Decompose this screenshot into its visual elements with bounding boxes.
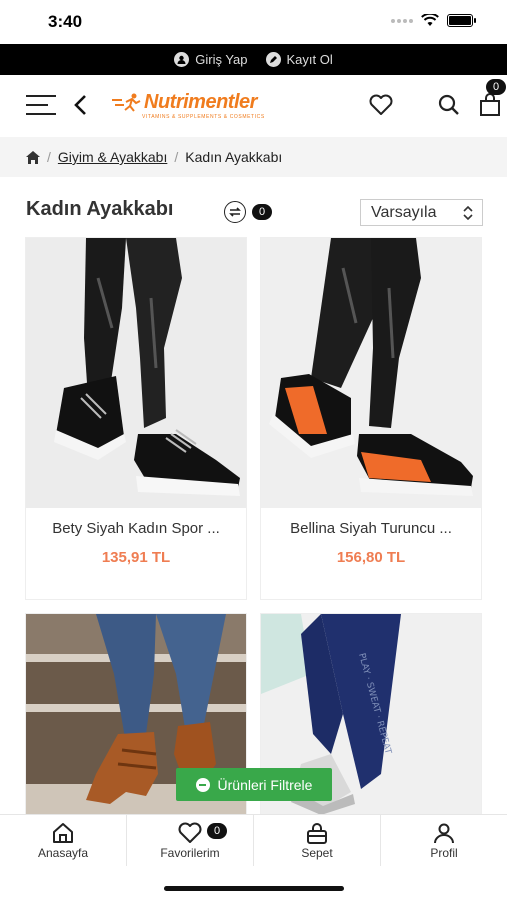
product-card[interactable]: Bety Siyah Kadın Spor ... 135,91 TL [25,237,247,600]
status-icons [391,14,476,27]
product-image[interactable] [26,238,246,508]
nav-home-label: Anasayfa [37,846,89,860]
menu-icon[interactable] [26,95,56,117]
login-link[interactable]: Giriş Yap [174,52,248,67]
nav-profile-label: Profil [430,846,458,860]
nav-cart[interactable]: Sepet [254,815,381,866]
product-price: 135,91 TL [101,549,171,566]
register-label: Kayıt Ol [286,52,333,67]
bottom-nav: Anasayfa 0 Favorilerim Sepet Profil [0,814,507,866]
app-header: Nutrimentler VITAMINS & SUPPLEMENTS & CO… [0,75,507,137]
breadcrumb-current: Kadın Ayakkabı [185,149,283,165]
user-icon [174,52,190,67]
nav-home[interactable]: Anasayfa [0,815,127,866]
home-icon[interactable] [26,150,40,164]
product-name[interactable]: Bety Siyah Kadın Spor ... [26,520,246,537]
title-row: Kadın Ayakkabı 0 Varsayıla [0,195,507,229]
cart-icon[interactable] [478,92,502,123]
signal-icon [391,18,413,23]
nav-favorites[interactable]: 0 Favorilerim [127,815,254,866]
login-label: Giriş Yap [195,52,248,67]
favorites-count-badge: 0 [207,823,227,839]
register-link[interactable]: Kayıt Ol [265,52,333,67]
product-price: 156,80 TL [336,549,406,566]
nav-favorites-label: Favorilerim [160,846,220,860]
runner-icon [112,93,141,112]
battery-icon [447,14,476,27]
wifi-icon [421,14,439,26]
nav-profile[interactable]: Profil [381,815,507,866]
breadcrumb: / Giyim & Ayakkabı / Kadın Ayakkabı [0,137,507,177]
product-card[interactable]: Bellina Siyah Turuncu ... 156,80 TL [260,237,482,600]
home-indicator [164,886,344,891]
status-time: 3:40 [48,12,83,31]
brand-logo[interactable]: Nutrimentler VITAMINS & SUPPLEMENTS & CO… [112,91,264,120]
sort-chevron-icon [463,205,473,220]
search-icon[interactable] [436,92,462,123]
home-icon [53,823,73,843]
cart-icon [307,823,327,844]
sort-select[interactable]: Varsayıla [360,199,483,226]
breadcrumb-category[interactable]: Giyim & Ayakkabı [58,149,167,165]
status-bar: 3:40 [0,0,507,44]
filter-icon [195,777,210,792]
profile-icon [434,823,454,844]
account-bar: Giriş Yap Kayıt Ol [0,44,507,75]
pen-icon [265,52,281,67]
logo-text: Nutrimentler [144,91,257,113]
page-title: Kadın Ayakkabı [26,198,174,220]
compare-icon[interactable] [224,201,246,223]
favorites-heart-icon[interactable] [368,92,394,123]
compare-count-badge: 0 [252,204,272,220]
nav-cart-label: Sepet [301,846,333,860]
filter-label: Ürünleri Filtrele [217,776,313,793]
filter-products-button[interactable]: Ürünleri Filtrele [176,768,332,801]
heart-icon [178,822,202,843]
sort-value: Varsayıla [371,203,437,221]
cart-count-badge: 0 [486,79,506,95]
back-arrow-icon[interactable] [70,92,90,123]
product-image[interactable] [261,238,481,508]
product-name[interactable]: Bellina Siyah Turuncu ... [261,520,481,537]
logo-tagline: VITAMINS & SUPPLEMENTS & COSMETICS [142,114,265,120]
